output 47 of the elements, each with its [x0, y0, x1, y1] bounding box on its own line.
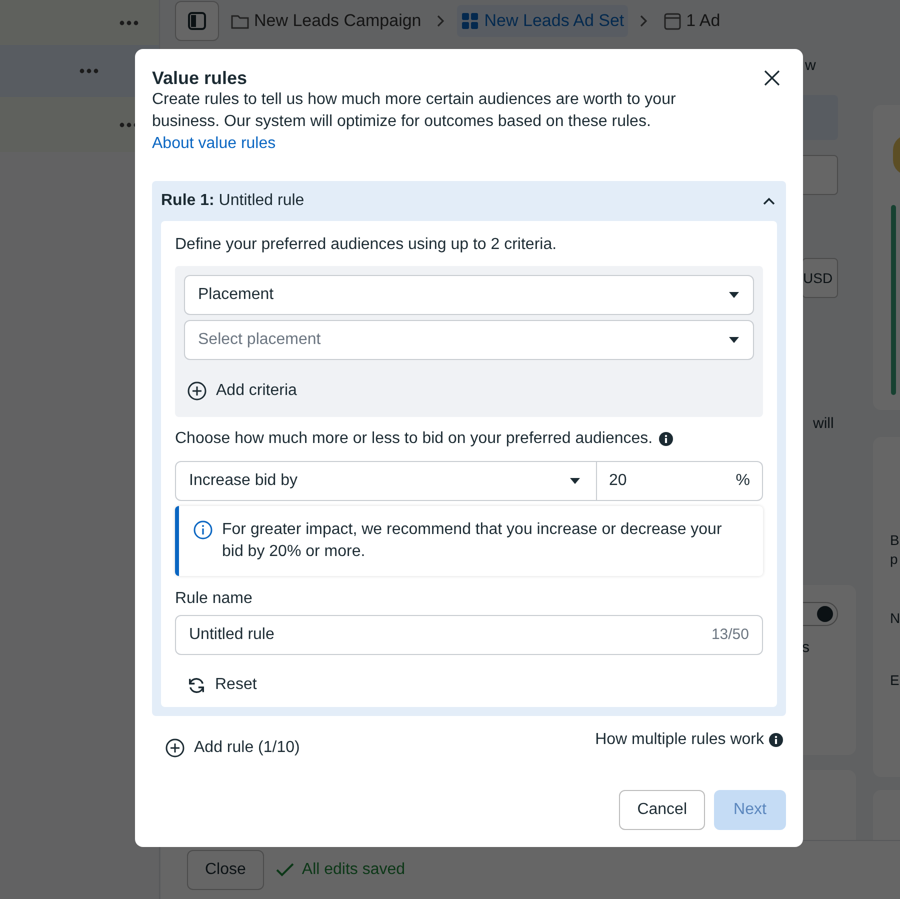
bid-dropdown[interactable]: Increase bid by	[175, 461, 597, 501]
rule-name-field[interactable]: Untitled rule 13/50	[175, 615, 763, 655]
plus-icon	[187, 381, 207, 401]
folder-icon	[231, 14, 249, 28]
window-icon	[664, 12, 682, 30]
info-icon	[658, 432, 673, 446]
more-icon	[119, 20, 139, 26]
reset-button[interactable]: Reset	[187, 673, 257, 697]
add-rule-button[interactable]: Add rule (1/10)	[165, 736, 300, 760]
caret-icon	[569, 477, 581, 485]
chevron-right-icon	[437, 15, 446, 27]
dialog-title: Value rules	[152, 67, 248, 89]
about-link[interactable]: About value rules	[152, 135, 276, 152]
info-icon	[193, 520, 213, 540]
add-criteria-button[interactable]: Add criteria	[187, 379, 297, 403]
text-fragment: N	[890, 609, 900, 628]
bid-amount-field[interactable]: 20 %	[597, 461, 763, 501]
checkmark-icon	[276, 863, 294, 877]
grid-icon	[461, 12, 480, 30]
refresh-icon	[187, 676, 206, 694]
prompt-text: Choose how much more or less to bid on your preferred audiences.	[175, 429, 653, 449]
info-icon	[769, 733, 783, 747]
chevron-right-icon	[640, 15, 648, 27]
close-button[interactable]	[763, 69, 781, 87]
field-label: Rule name	[175, 589, 254, 609]
cancel-button[interactable]: Cancel	[619, 790, 705, 830]
dropdown[interactable]: Placement	[184, 275, 754, 315]
text-fragment: will	[813, 414, 834, 434]
help-link[interactable]: How multiple rules work	[595, 728, 764, 752]
prompt-text: Define your preferred audiences using up to 2 criteria.	[175, 235, 558, 255]
text-fragment: s	[802, 638, 810, 658]
sidebar-toggle-button[interactable]	[175, 1, 219, 41]
caret-icon	[728, 336, 740, 344]
chevron-up-icon[interactable]	[763, 197, 775, 205]
text-fragment: E	[890, 671, 900, 690]
sidebar-panel-icon	[188, 12, 206, 30]
dropdown[interactable]: Select placement	[184, 320, 754, 360]
text-fragment: B	[890, 531, 900, 550]
text-fragment: w	[805, 56, 816, 76]
dialog-description: Create rules to tell us how much more certain audiences are worth to your business. Our system will optimize for outcomes based on these rules. About value rules	[152, 90, 677, 154]
tip-text: For greater impact, we recommend that you increase or decrease your bid by 20% or more.	[222, 520, 723, 562]
rule-heading: Rule 1: Untitled rule	[161, 191, 304, 211]
status-text: All edits saved	[302, 860, 406, 880]
text-fragment: p	[890, 550, 898, 569]
plus-icon	[165, 738, 185, 758]
caret-icon	[728, 291, 740, 299]
more-icon	[79, 68, 99, 74]
